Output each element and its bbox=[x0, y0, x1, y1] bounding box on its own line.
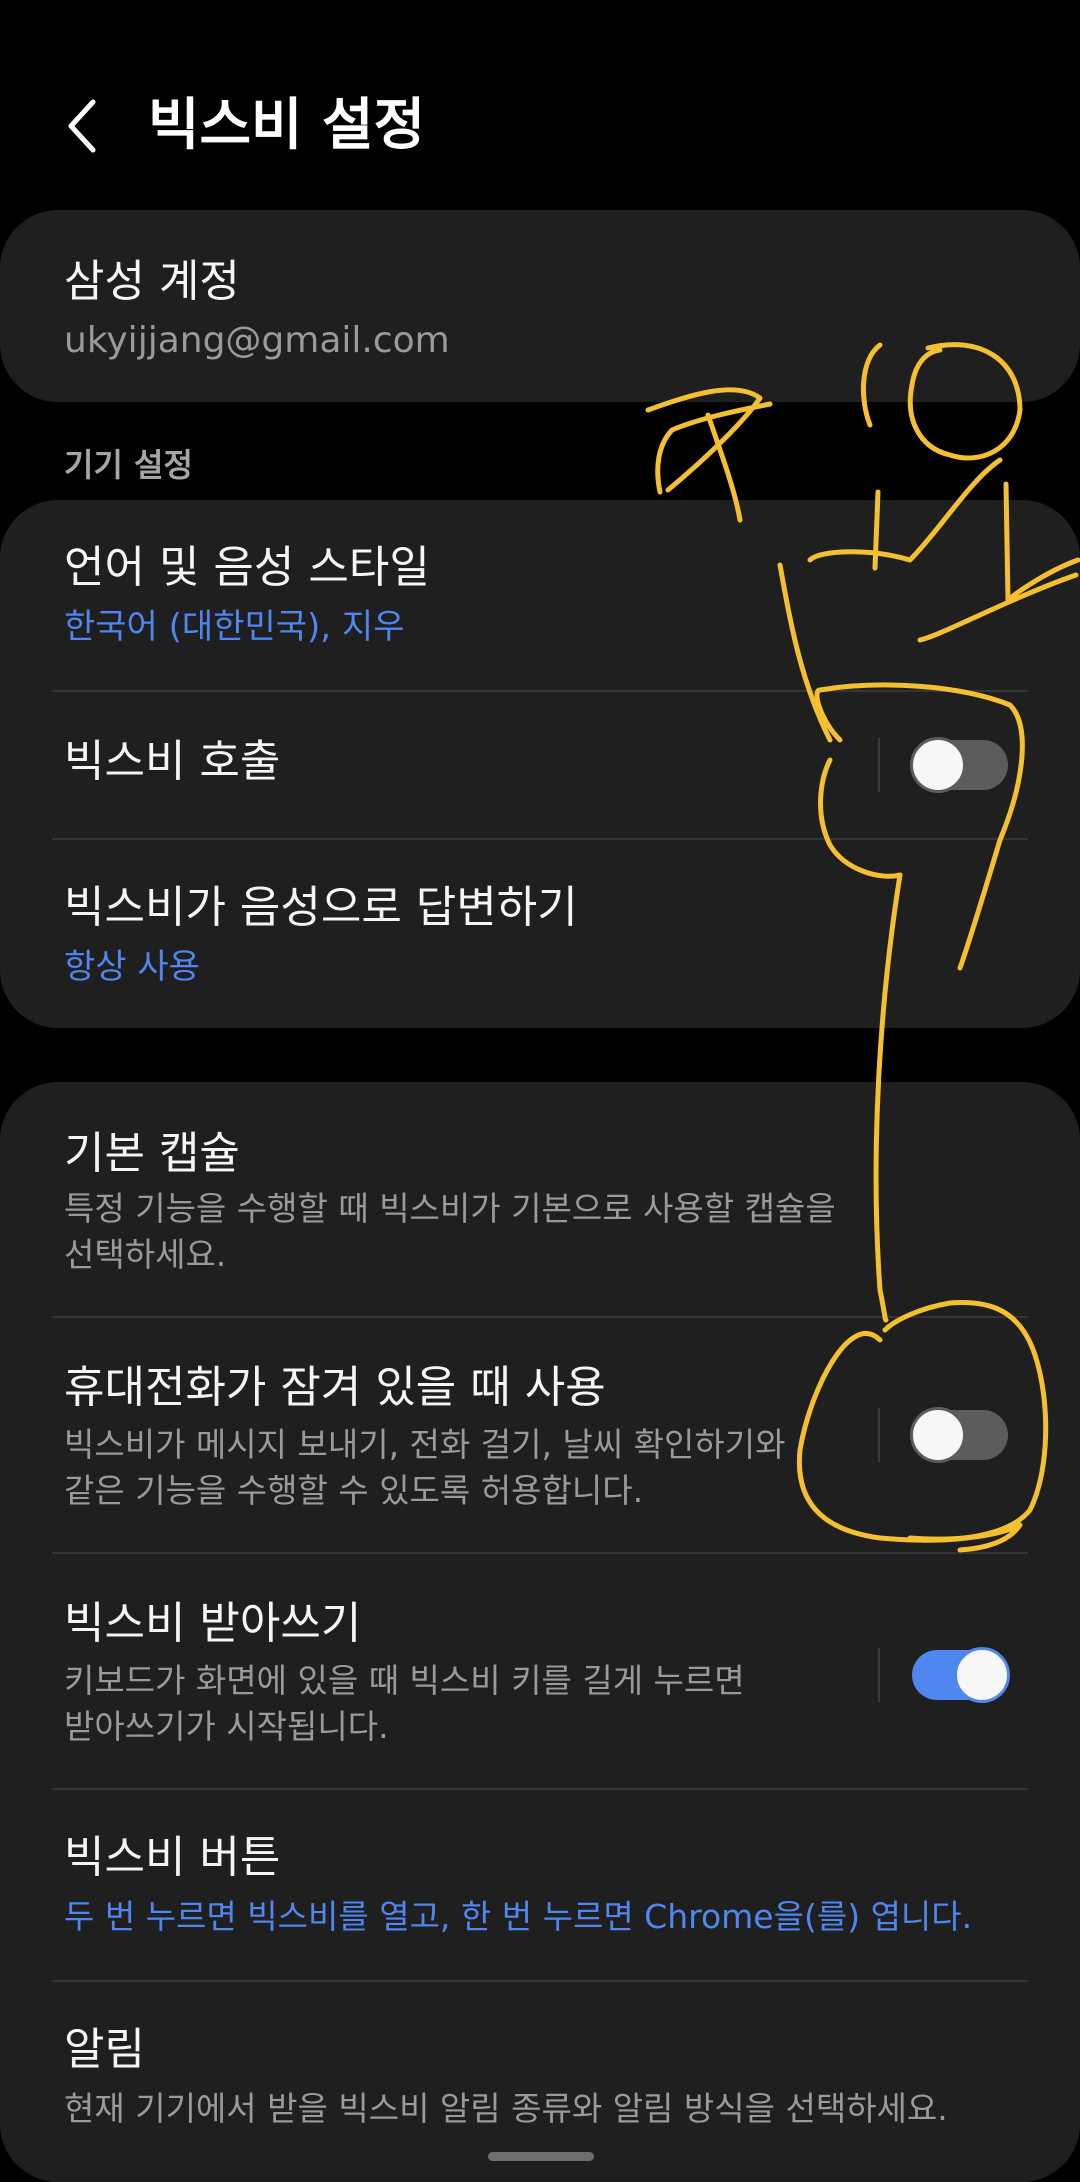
page-title: 빅스비 설정 bbox=[148, 93, 426, 158]
bixby-button-row[interactable]: 빅스비 버튼 두 번 누르면 빅스비를 열고, 한 번 누르면 Chrome을(… bbox=[0, 1790, 1080, 1980]
chevron-left-icon bbox=[68, 99, 96, 153]
toggle-knob bbox=[910, 1407, 966, 1463]
voice-response-title: 빅스비가 음성으로 답변하기 bbox=[64, 882, 578, 933]
separator bbox=[878, 738, 880, 792]
notifications-desc: 현재 기기에서 받을 빅스비 알림 종류와 알림 방식을 선택하세요. bbox=[64, 2089, 948, 2128]
locked-use-toggle[interactable] bbox=[910, 1407, 1008, 1463]
bixby-button-title: 빅스비 버튼 bbox=[64, 1832, 281, 1883]
default-capsule-desc-2: 선택하세요. bbox=[64, 1235, 227, 1274]
wake-bixby-toggle[interactable] bbox=[910, 737, 1008, 793]
dictation-row[interactable]: 빅스비 받아쓰기 키보드가 화면에 있을 때 빅스비 키를 길게 누르면 받아쓰… bbox=[0, 1554, 1080, 1788]
notifications-row[interactable]: 알림 현재 기기에서 받을 빅스비 알림 종류와 알림 방식을 선택하세요. bbox=[0, 1982, 1080, 2162]
voice-response-value: 항상 사용 bbox=[64, 947, 200, 987]
language-voice-row[interactable]: 언어 및 음성 스타일 한국어 (대한민국), 지우 bbox=[0, 500, 1080, 690]
dictation-desc-2: 받아쓰기가 시작됩니다. bbox=[64, 1707, 389, 1746]
language-voice-title: 언어 및 음성 스타일 bbox=[64, 542, 430, 593]
app-header: 빅스비 설정 bbox=[0, 0, 1080, 200]
notifications-title: 알림 bbox=[64, 2024, 145, 2075]
home-indicator[interactable] bbox=[488, 2152, 594, 2161]
locked-use-title: 휴대전화가 잠겨 있을 때 사용 bbox=[64, 1362, 606, 1413]
section-label-device-settings: 기기 설정 bbox=[64, 446, 193, 484]
account-title: 삼성 계정 bbox=[64, 256, 240, 307]
dictation-toggle[interactable] bbox=[912, 1647, 1010, 1703]
account-card[interactable]: 삼성 계정 ukyijjang@gmail.com bbox=[0, 210, 1080, 402]
separator bbox=[878, 1648, 880, 1702]
locked-use-desc-2: 같은 기능을 수행할 수 있도록 허용합니다. bbox=[64, 1471, 644, 1510]
more-settings-card: 기본 캡슐 특정 기능을 수행할 때 빅스비가 기본으로 사용할 캡슐을 선택하… bbox=[0, 1082, 1080, 2182]
default-capsule-title: 기본 캡슐 bbox=[64, 1128, 240, 1179]
default-capsule-row[interactable]: 기본 캡슐 특정 기능을 수행할 때 빅스비가 기본으로 사용할 캡슐을 선택하… bbox=[0, 1082, 1080, 1316]
wake-bixby-title: 빅스비 호출 bbox=[64, 736, 281, 787]
voice-response-row[interactable]: 빅스비가 음성으로 답변하기 항상 사용 bbox=[0, 840, 1080, 1028]
wake-bixby-row[interactable]: 빅스비 호출 bbox=[0, 692, 1080, 838]
dictation-title: 빅스비 받아쓰기 bbox=[64, 1598, 362, 1649]
device-settings-card: 언어 및 음성 스타일 한국어 (대한민국), 지우 빅스비 호출 빅스비가 음… bbox=[0, 500, 1080, 1028]
toggle-knob bbox=[910, 737, 966, 793]
dictation-desc-1: 키보드가 화면에 있을 때 빅스비 키를 길게 누르면 bbox=[64, 1661, 745, 1700]
account-email: ukyijjang@gmail.com bbox=[64, 320, 450, 361]
back-button[interactable] bbox=[50, 88, 116, 164]
locked-use-desc-1: 빅스비가 메시지 보내기, 전화 걸기, 날씨 확인하기와 bbox=[64, 1425, 786, 1464]
toggle-knob bbox=[954, 1647, 1010, 1703]
separator bbox=[878, 1408, 880, 1462]
default-capsule-desc-1: 특정 기능을 수행할 때 빅스비가 기본으로 사용할 캡슐을 bbox=[64, 1189, 836, 1228]
locked-use-row[interactable]: 휴대전화가 잠겨 있을 때 사용 빅스비가 메시지 보내기, 전화 걸기, 날씨… bbox=[0, 1318, 1080, 1552]
language-voice-value: 한국어 (대한민국), 지우 bbox=[64, 607, 405, 647]
bixby-button-value: 두 번 누르면 빅스비를 열고, 한 번 누르면 Chrome을(를) 엽니다. bbox=[64, 1897, 973, 1936]
